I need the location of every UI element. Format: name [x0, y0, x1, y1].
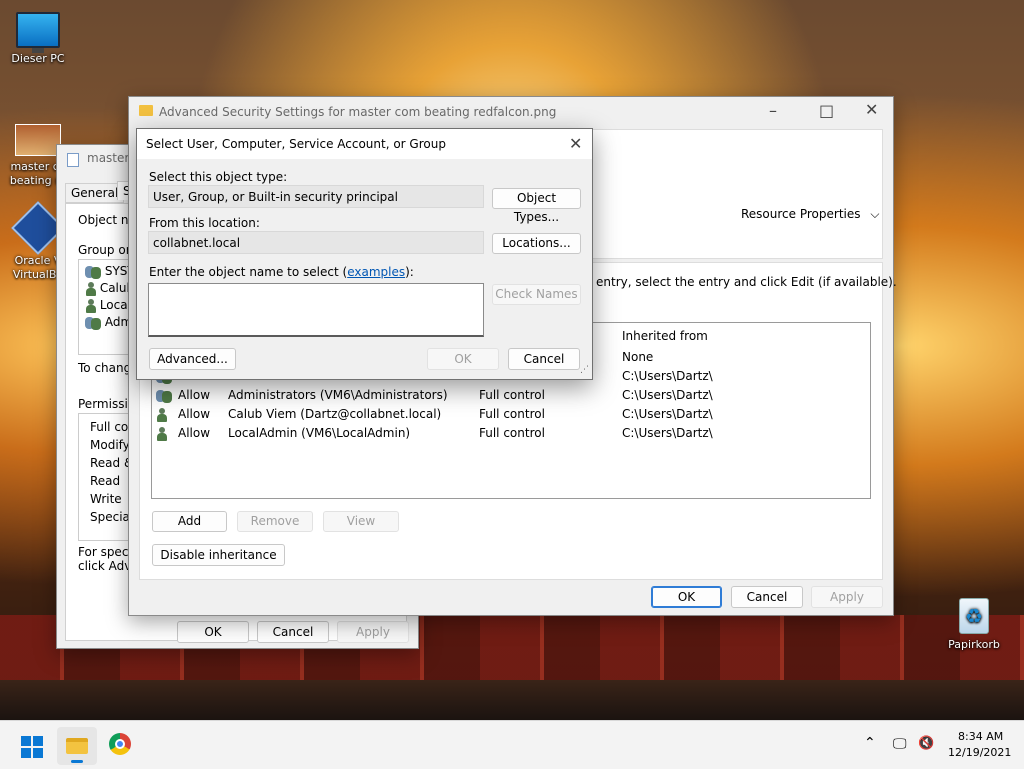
select-user-dialog: Select User, Computer, Service Account, …: [136, 128, 593, 380]
view-button[interactable]: View: [323, 511, 399, 532]
clock-date[interactable]: 12/19/2021: [948, 746, 1011, 759]
desktop-icon-label: Papirkorb: [948, 638, 1000, 651]
desktop-icon-recycle-bin[interactable]: ♻ Papirkorb: [936, 598, 1012, 652]
group-icon: [156, 389, 172, 403]
list-item: Read: [90, 474, 121, 488]
network-icon[interactable]: 🖵: [893, 736, 907, 752]
computer-icon: [16, 12, 60, 53]
object-type-label: Select this object type:: [149, 170, 288, 184]
clock-time[interactable]: 8:34 AM: [958, 730, 1003, 743]
recycle-bin-icon: ♻: [959, 598, 989, 634]
desktop-icon-label: Dieser PC: [11, 52, 65, 65]
remove-button[interactable]: Remove: [237, 511, 313, 532]
list-item: Modify: [90, 438, 130, 452]
table-cell: None: [622, 350, 654, 364]
apply-button[interactable]: Apply: [811, 586, 883, 608]
table-row[interactable]: Allow Administrators (VM6\Administrators…: [156, 388, 713, 403]
object-types-button[interactable]: Object Types...: [492, 188, 581, 224]
location-field: collabnet.local: [148, 231, 484, 254]
dialog-title: Advanced Security Settings for master co…: [159, 105, 557, 119]
instruction-text: entry, select the entry and click Edit (…: [596, 275, 897, 289]
file-icon: [67, 153, 79, 167]
resize-grip-icon[interactable]: ⋰: [580, 365, 589, 375]
examples-link[interactable]: examples: [347, 265, 405, 279]
ok-button[interactable]: OK: [651, 586, 722, 608]
minimize-icon[interactable]: –: [769, 101, 777, 120]
desktop-icon-this-pc[interactable]: Dieser PC: [0, 12, 76, 66]
resource-properties-label: Resource Properties: [741, 207, 861, 221]
resource-properties-link[interactable]: Resource Properties ⌵: [741, 207, 879, 222]
object-name-label: Enter the object name to select (example…: [149, 265, 414, 279]
taskbar-explorer-active[interactable]: [57, 727, 97, 765]
cancel-button[interactable]: Cancel: [257, 621, 329, 643]
check-names-button[interactable]: Check Names: [492, 284, 581, 305]
start-icon[interactable]: [21, 736, 43, 758]
image-thumbnail-icon: [15, 124, 61, 156]
maximize-icon[interactable]: □: [819, 101, 834, 120]
chrome-icon[interactable]: [109, 733, 131, 755]
list-item[interactable]: Calub: [85, 281, 134, 296]
user-icon: [85, 298, 96, 313]
list-item: Write: [90, 492, 122, 506]
cancel-button[interactable]: Cancel: [731, 586, 803, 608]
group-icon: [85, 265, 101, 279]
location-label: From this location:: [149, 216, 260, 230]
table-row[interactable]: Allow Calub Viem (Dartz@collabnet.local)…: [156, 407, 713, 422]
disable-inheritance-button[interactable]: Disable inheritance: [152, 544, 285, 566]
wallpaper-stage: [0, 680, 1024, 720]
group-icon: [85, 316, 101, 330]
user-icon: [156, 407, 167, 422]
chevron-down-icon: ⌵: [870, 207, 880, 221]
cancel-button[interactable]: Cancel: [508, 348, 580, 370]
add-button[interactable]: Add: [152, 511, 227, 532]
user-icon: [156, 426, 167, 441]
folder-icon: [139, 105, 153, 116]
tab-general[interactable]: General: [65, 183, 125, 203]
ok-button[interactable]: OK: [177, 621, 249, 643]
table-row[interactable]: Allow LocalAdmin (VM6\LocalAdmin) Full c…: [156, 426, 713, 441]
ok-button[interactable]: OK: [427, 348, 499, 370]
file-explorer-icon: [66, 738, 88, 754]
list-item[interactable]: Local: [85, 298, 131, 313]
user-icon: [85, 281, 96, 296]
taskbar: ⌃ 🖵 🔇 8:34 AM 12/19/2021: [0, 720, 1024, 769]
close-icon[interactable]: ✕: [569, 134, 582, 153]
volume-muted-icon[interactable]: 🔇: [918, 736, 934, 751]
active-indicator: [71, 760, 83, 763]
dialog-title: Select User, Computer, Service Account, …: [146, 137, 446, 151]
object-type-field: User, Group, or Built-in security princi…: [148, 185, 484, 208]
object-name-input[interactable]: [148, 283, 484, 337]
advanced-button[interactable]: Advanced...: [149, 348, 236, 370]
close-icon[interactable]: ✕: [865, 100, 878, 119]
chevron-up-icon[interactable]: ⌃: [864, 735, 876, 751]
column-header-inherited[interactable]: Inherited from: [622, 329, 708, 343]
locations-button[interactable]: Locations...: [492, 233, 581, 254]
apply-button[interactable]: Apply: [337, 621, 409, 643]
